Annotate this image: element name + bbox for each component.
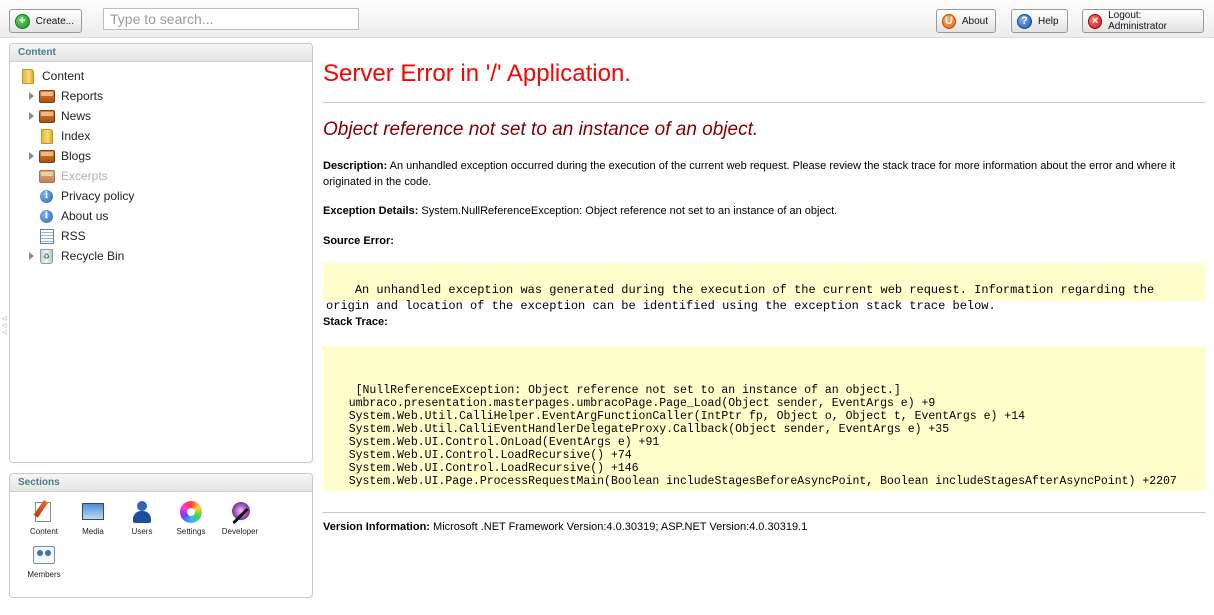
stack-trace-label: Stack Trace: [323, 316, 388, 328]
folder-icon [39, 149, 55, 163]
folder-icon [39, 89, 55, 103]
divider [323, 102, 1205, 103]
source-error-box: An unhandled exception was generated dur… [323, 263, 1205, 313]
error-description: Description: An unhandled exception occu… [323, 158, 1205, 190]
section-members[interactable]: Members [22, 543, 66, 579]
sections-panel: Sections Content Media Users Settings De… [9, 473, 313, 598]
folder-icon [39, 169, 55, 183]
pencil-document-icon [32, 500, 56, 524]
error-title: Server Error in '/' Application. [323, 60, 631, 87]
content-tree: Content Reports News Index Blogs Excerpt… [10, 62, 312, 266]
expand-arrow-icon[interactable] [29, 252, 34, 260]
section-label: Settings [176, 527, 206, 536]
section-label: Media [82, 527, 104, 536]
logout-button[interactable]: × Logout: Administrator [1082, 9, 1204, 33]
tree-item-content-root[interactable]: Content [10, 66, 312, 86]
plus-icon: + [15, 13, 30, 29]
recycle-bin-icon: ♻ [40, 248, 53, 264]
tree-item-label: Privacy policy [61, 189, 135, 203]
version-label: Version Information: [323, 521, 430, 533]
section-content[interactable]: Content [22, 500, 66, 536]
help-button-label: Help [1038, 15, 1059, 27]
logout-button-label: Logout: Administrator [1108, 10, 1167, 32]
panel-splitter-handle[interactable]: ◁ ◁ ◁ [2, 316, 8, 337]
tree-item-excerpts[interactable]: Excerpts [10, 166, 312, 186]
folder-icon [39, 109, 55, 123]
section-label: Developer [221, 527, 259, 536]
description-text: An unhandled exception occurred during t… [323, 160, 1176, 188]
error-subtitle: Object reference not set to an instance … [323, 119, 759, 140]
about-button-label: About [961, 15, 988, 27]
divider [323, 512, 1205, 513]
exception-text: System.NullReferenceException: Object re… [421, 205, 838, 217]
source-error-text: An unhandled exception was generated dur… [326, 283, 1155, 313]
about-button[interactable]: U About [936, 9, 996, 33]
tree-item-label: Blogs [61, 149, 92, 163]
help-button[interactable]: ? Help [1011, 9, 1068, 33]
source-error-label: Source Error: [323, 235, 394, 247]
tree-item-index[interactable]: Index [10, 126, 312, 146]
info-icon: i [40, 209, 53, 223]
expand-arrow-icon[interactable] [29, 152, 34, 160]
content-panel-title: Content [10, 44, 312, 62]
version-text: Microsoft .NET Framework Version:4.0.303… [433, 521, 808, 533]
exception-label: Exception Details: [323, 205, 419, 217]
stack-trace-box: [NullReferenceException: Object referenc… [323, 346, 1205, 491]
info-icon: i [40, 189, 53, 203]
content-tree-panel: Content Content Reports News Index Blogs… [9, 43, 313, 463]
tree-item-label: Index [61, 129, 91, 143]
members-card-icon [32, 543, 56, 567]
description-label: Description: [323, 160, 388, 172]
tree-item-label: About us [61, 209, 109, 223]
section-label: Members [27, 570, 61, 579]
tree-item-label: RSS [61, 229, 86, 243]
section-users[interactable]: Users [120, 500, 164, 536]
tree-item-about-us[interactable]: i About us [10, 206, 312, 226]
expand-arrow-icon[interactable] [29, 112, 34, 120]
tree-item-reports[interactable]: Reports [10, 86, 312, 106]
search-input[interactable] [103, 8, 359, 30]
version-information: Version Information: Microsoft .NET Fram… [323, 519, 1205, 535]
tree-item-label: Reports [61, 89, 104, 103]
folder-icon [22, 68, 34, 84]
media-picture-icon [81, 500, 105, 524]
tree-item-blogs[interactable]: Blogs [10, 146, 312, 166]
tree-item-label: Excerpts [61, 169, 108, 183]
stack-trace-text: [NullReferenceException: Object referenc… [348, 384, 1177, 488]
tree-item-news[interactable]: News [10, 106, 312, 126]
section-settings[interactable]: Settings [169, 500, 213, 536]
section-label: Users [131, 527, 153, 536]
tree-item-recycle-bin[interactable]: ♻ Recycle Bin [10, 246, 312, 266]
umbraco-logo-icon: U [942, 13, 956, 29]
tree-item-label: News [61, 109, 92, 123]
sections-panel-title: Sections [10, 474, 312, 492]
section-label: Content [29, 527, 59, 536]
expand-arrow-icon[interactable] [29, 92, 34, 100]
magic-wand-icon [228, 500, 252, 525]
section-media[interactable]: Media [71, 500, 115, 536]
tree-item-label: Content [42, 69, 85, 83]
user-icon [130, 500, 154, 524]
tree-item-label: Recycle Bin [61, 249, 125, 263]
document-icon [40, 228, 54, 244]
tree-item-privacy-policy[interactable]: i Privacy policy [10, 186, 312, 206]
help-icon: ? [1017, 13, 1032, 29]
tree-item-rss[interactable]: RSS [10, 226, 312, 246]
create-button-label: Create... [35, 15, 74, 27]
top-toolbar: + Create... U About ? Help × Logout: Adm… [0, 0, 1214, 38]
create-button[interactable]: + Create... [9, 9, 82, 33]
folder-icon [41, 128, 53, 144]
color-wheel-icon [179, 500, 203, 524]
exception-details: Exception Details: System.NullReferenceE… [323, 203, 1205, 219]
section-developer[interactable]: Developer [218, 500, 262, 536]
logout-icon: × [1088, 13, 1103, 29]
